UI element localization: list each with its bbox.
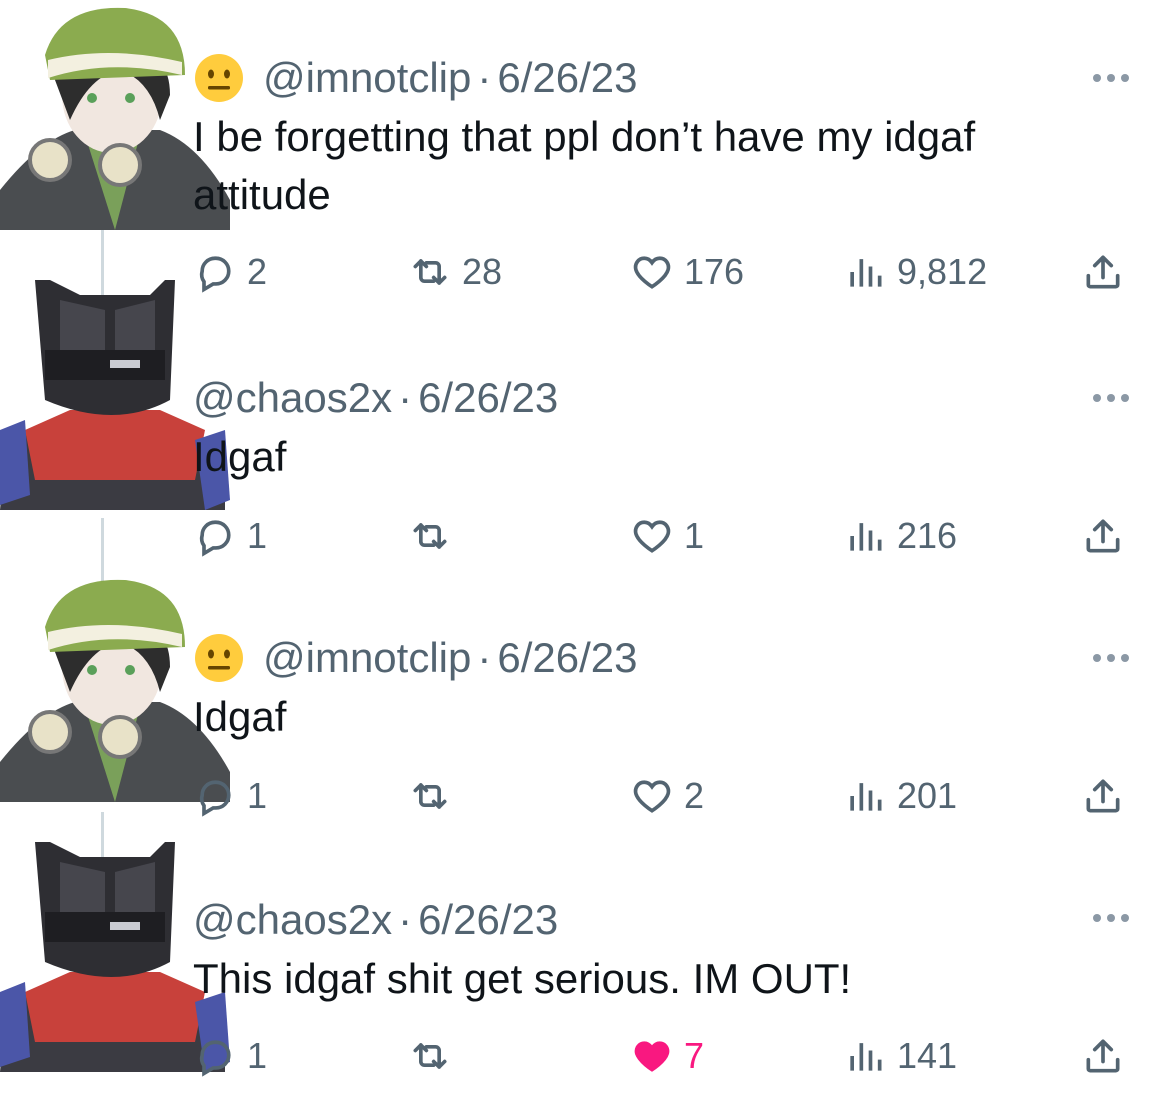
tweet-date[interactable]: 6/26/23 [497, 54, 637, 102]
tweet-header: @chaos2x · 6/26/23 [193, 896, 558, 944]
tweet-actions: 1 7 141 [193, 1034, 1133, 1084]
tweet-date[interactable]: 6/26/23 [418, 374, 558, 422]
tweet-text: Idgaf [193, 693, 287, 740]
views-icon [850, 1043, 882, 1071]
like-button[interactable]: 1 [630, 514, 704, 558]
separator: · [398, 896, 413, 943]
more-options-icon[interactable] [1093, 394, 1129, 402]
views-icon [850, 523, 882, 551]
more-options-icon[interactable] [1093, 914, 1129, 922]
retweet-icon [413, 1043, 447, 1069]
retweet-button[interactable] [408, 774, 462, 818]
tweet-text: I be forgetting that ppl don’t have my i… [193, 113, 976, 218]
reply-icon [199, 1040, 231, 1077]
view-count: 216 [897, 515, 958, 556]
views-button[interactable]: 201 [843, 774, 957, 818]
tweet-text: This idgaf shit get serious. IM OUT! [193, 955, 852, 1002]
reply-button[interactable]: 1 [193, 1034, 267, 1078]
heart-icon [633, 520, 671, 553]
views-button[interactable]: 141 [843, 1034, 957, 1078]
share-button[interactable] [1081, 250, 1125, 294]
share-icon [1086, 779, 1120, 813]
reply-count: 1 [247, 775, 268, 816]
like-count: 2 [684, 775, 705, 816]
neutral-face-icon [193, 52, 245, 104]
reply-button[interactable]: 1 [193, 774, 267, 818]
view-count: 9,812 [897, 251, 988, 292]
views-icon [850, 259, 882, 287]
reply-count: 1 [247, 1035, 268, 1076]
tweet-actions: 1 2 201 [193, 774, 1133, 824]
tweet-header: @imnotclip · 6/26/23 [193, 632, 638, 684]
reply-icon [199, 780, 231, 817]
more-options-icon[interactable] [1093, 74, 1129, 82]
like-button[interactable]: 2 [630, 774, 704, 818]
like-button[interactable]: 176 [630, 250, 744, 294]
view-count: 141 [897, 1035, 958, 1076]
retweet-icon [413, 259, 447, 285]
retweet-count: 28 [462, 251, 503, 292]
tweet[interactable]: @chaos2x · 6/26/23 Idgaf 1 1 216 [0, 280, 1169, 580]
reply-count: 2 [247, 251, 268, 292]
tweet-header: @imnotclip · 6/26/23 [193, 52, 638, 104]
tweet-text: Idgaf [193, 433, 287, 480]
views-button[interactable]: 216 [843, 514, 957, 558]
like-count: 176 [684, 251, 745, 292]
heart-icon [633, 256, 671, 289]
user-handle[interactable]: @imnotclip [263, 54, 471, 102]
avatar[interactable] [0, 572, 230, 802]
separator: · [477, 634, 492, 681]
share-icon [1086, 1039, 1120, 1073]
retweet-button[interactable] [408, 514, 462, 558]
share-button[interactable] [1081, 774, 1125, 818]
retweet-button[interactable] [408, 1034, 462, 1078]
like-count: 1 [684, 515, 705, 556]
separator: · [477, 54, 492, 101]
retweet-icon [413, 783, 447, 809]
reply-icon [199, 520, 231, 557]
tweet[interactable]: @chaos2x · 6/26/23 This idgaf shit get s… [0, 842, 1169, 1105]
share-icon [1086, 519, 1120, 553]
heart-filled-icon [634, 1041, 670, 1072]
reply-button[interactable]: 1 [193, 514, 267, 558]
more-options-icon[interactable] [1093, 654, 1129, 662]
tweet-date[interactable]: 6/26/23 [497, 634, 637, 682]
reply-count: 1 [247, 515, 268, 556]
user-handle[interactable]: @chaos2x [193, 896, 392, 944]
retweet-button[interactable]: 28 [408, 250, 502, 294]
separator: · [398, 374, 413, 421]
views-icon [850, 783, 882, 811]
neutral-face-icon [193, 632, 245, 684]
user-handle[interactable]: @imnotclip [263, 634, 471, 682]
share-button[interactable] [1081, 514, 1125, 558]
share-icon [1086, 255, 1120, 289]
view-count: 201 [897, 775, 958, 816]
heart-icon [633, 780, 671, 813]
retweet-icon [413, 523, 447, 549]
like-button[interactable]: 7 [630, 1034, 704, 1078]
reply-thread: @imnotclip · 6/26/23 I be forgetting tha… [0, 0, 1169, 1105]
tweet[interactable]: @imnotclip · 6/26/23 Idgaf 1 2 201 [0, 579, 1169, 842]
tweet[interactable]: @imnotclip · 6/26/23 I be forgetting tha… [0, 0, 1169, 293]
tweet-header: @chaos2x · 6/26/23 [193, 374, 558, 422]
like-count: 7 [684, 1035, 705, 1076]
tweet-date[interactable]: 6/26/23 [418, 896, 558, 944]
views-button[interactable]: 9,812 [843, 250, 987, 294]
share-button[interactable] [1081, 1034, 1125, 1078]
user-handle[interactable]: @chaos2x [193, 374, 392, 422]
tweet-actions: 1 1 216 [193, 514, 1133, 564]
green-beanie-anime-avatar-icon [0, 579, 230, 802]
